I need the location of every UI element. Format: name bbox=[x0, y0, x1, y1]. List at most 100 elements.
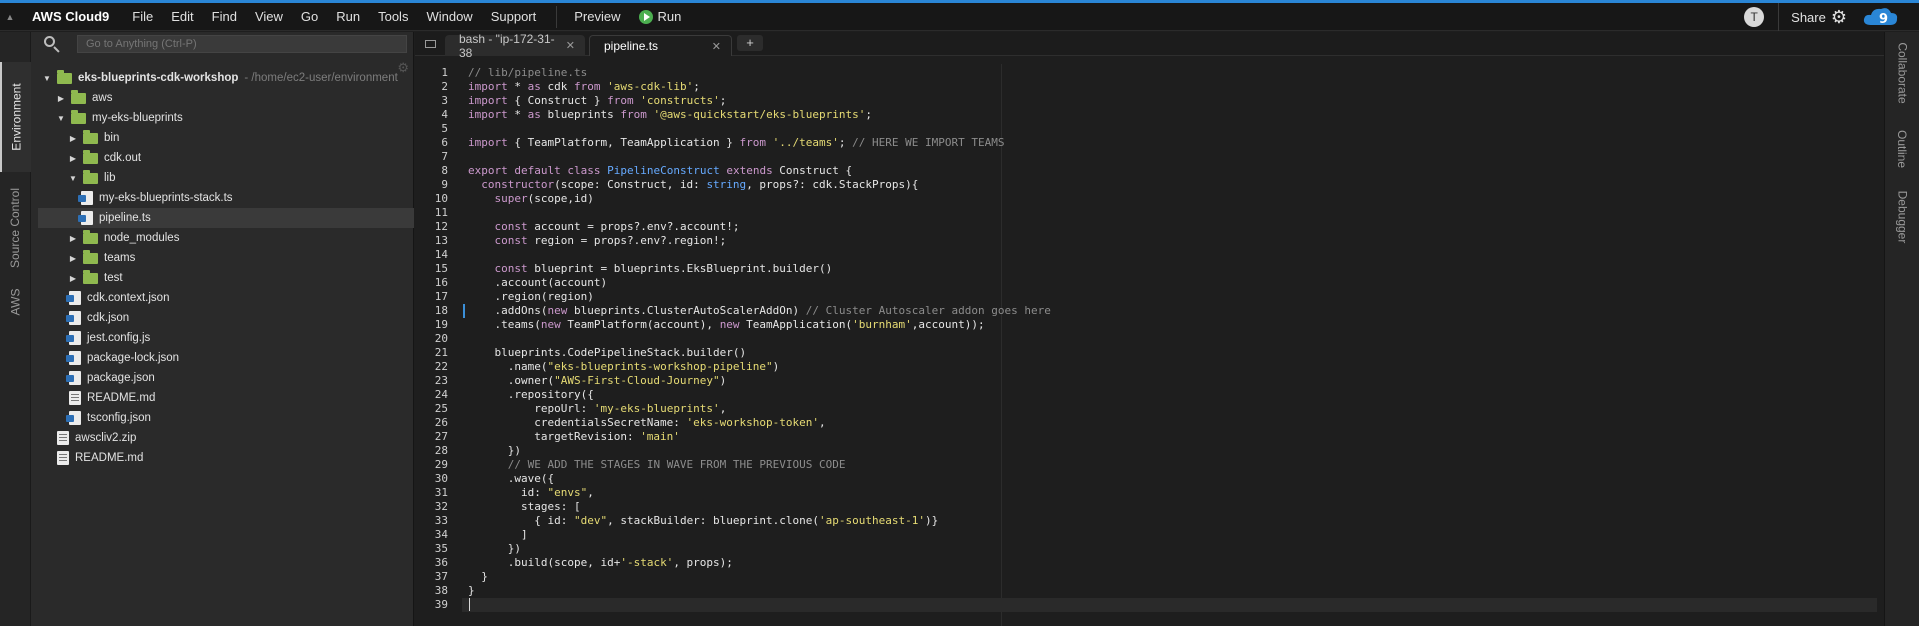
tree-folder[interactable]: ▼ lib bbox=[31, 168, 414, 188]
tree-folder[interactable]: ▼ eks-blueprints-cdk-workshop - /home/ec2-… bbox=[31, 68, 414, 88]
share-button[interactable]: Share ⚙ bbox=[1779, 7, 1855, 28]
chevron-right-icon[interactable]: ▶ bbox=[55, 94, 67, 103]
tab-environment[interactable]: Environment bbox=[0, 62, 31, 172]
tree-file[interactable]: jest.config.js bbox=[31, 328, 414, 348]
code-line[interactable]: stages: [ bbox=[468, 500, 581, 514]
menu-tools[interactable]: Tools bbox=[369, 3, 417, 31]
chevron-down-icon[interactable]: ▼ bbox=[55, 114, 67, 123]
code-line[interactable]: // lib/pipeline.ts bbox=[468, 66, 587, 80]
code-line[interactable]: const account = props?.env?.account!; bbox=[468, 220, 740, 234]
menu-window[interactable]: Window bbox=[417, 3, 481, 31]
code-line[interactable]: const blueprint = blueprints.EksBlueprin… bbox=[468, 262, 833, 276]
tree-folder[interactable]: ▶ test bbox=[31, 268, 414, 288]
code-line[interactable]: .name("eks-blueprints-workshop-pipeline"… bbox=[468, 360, 780, 374]
code-line[interactable]: .owner("AWS-First-Cloud-Journey") bbox=[468, 374, 727, 388]
menu-find[interactable]: Find bbox=[203, 3, 246, 31]
gear-icon[interactable]: ⚙ bbox=[1831, 7, 1847, 28]
chevron-down-icon[interactable]: ▼ bbox=[41, 74, 53, 83]
tab-pipeline-ts[interactable]: pipeline.ts ✕ bbox=[589, 35, 732, 56]
code-line[interactable]: const region = props?.env?.region!; bbox=[468, 234, 727, 248]
tab-aws[interactable]: AWS bbox=[0, 282, 31, 322]
code-line[interactable]: .build(scope, id+'-stack', props); bbox=[468, 556, 733, 570]
chevron-right-icon[interactable]: ▶ bbox=[67, 154, 79, 163]
code-line[interactable]: .teams(new TeamPlatform(account), new Te… bbox=[468, 318, 984, 332]
code-line[interactable]: targetRevision: 'main' bbox=[468, 430, 680, 444]
code-line[interactable]: }) bbox=[468, 444, 521, 458]
tree-file[interactable]: package.json bbox=[31, 368, 414, 388]
code-line[interactable]: import * as blueprints from '@aws-quicks… bbox=[468, 108, 872, 122]
collapse-menu-icon[interactable]: ▲ bbox=[0, 3, 20, 31]
code-line[interactable]: import { TeamPlatform, TeamApplication }… bbox=[468, 136, 1004, 150]
tree-folder[interactable]: ▶ aws bbox=[31, 88, 414, 108]
code-line[interactable]: import { Construct } from 'constructs'; bbox=[468, 94, 726, 108]
code-line[interactable]: .repository({ bbox=[468, 388, 594, 402]
chevron-right-icon[interactable]: ▶ bbox=[67, 234, 79, 243]
tree-file[interactable]: README.md bbox=[31, 388, 414, 408]
menu-run[interactable]: Run bbox=[327, 3, 369, 31]
tab-debugger[interactable]: Debugger bbox=[1885, 184, 1919, 250]
tree-item-label: my-eks-blueprints bbox=[92, 112, 183, 124]
code-line[interactable]: .region(region) bbox=[468, 290, 593, 304]
code-editor[interactable]: 1 2 3 4 5 6 7 8 9 10 11 12 13 14 15 16 17 18 19 20 21 22 23 24 2… bbox=[415, 64, 1884, 626]
tree-file[interactable]: awscliv2.zip bbox=[31, 428, 414, 448]
app-brand[interactable]: AWS Cloud9 bbox=[32, 9, 109, 24]
tab-source-control[interactable]: Source Control bbox=[0, 178, 31, 278]
tree-folder[interactable]: ▼ my-eks-blueprints bbox=[31, 108, 414, 128]
close-icon[interactable]: ✕ bbox=[712, 40, 721, 53]
tree-folder[interactable]: ▶ node_modules bbox=[31, 228, 414, 248]
tab-outline[interactable]: Outline bbox=[1885, 124, 1919, 174]
tree-file[interactable]: package-lock.json bbox=[31, 348, 414, 368]
tree-folder[interactable]: ▶ bin bbox=[31, 128, 414, 148]
folder-icon bbox=[83, 269, 98, 284]
tree-file[interactable]: cdk.json bbox=[31, 308, 414, 328]
chevron-right-icon[interactable]: ▶ bbox=[67, 274, 79, 283]
tree-folder[interactable]: ▶ cdk.out bbox=[31, 148, 414, 168]
code-line[interactable]: }) bbox=[468, 542, 521, 556]
code-line[interactable]: .addOns(new blueprints.ClusterAutoScaler… bbox=[468, 304, 1050, 318]
add-tab-button[interactable]: + bbox=[737, 35, 763, 51]
md-file-icon bbox=[69, 391, 81, 405]
code-line[interactable]: .wave({ bbox=[468, 472, 554, 486]
chevron-right-icon[interactable]: ▶ bbox=[67, 134, 79, 143]
code-line[interactable]: ] bbox=[468, 528, 528, 542]
tab-menu-icon[interactable] bbox=[421, 36, 439, 52]
menu-file[interactable]: File bbox=[123, 3, 162, 31]
cloud9-logo-icon[interactable]: 9 bbox=[1857, 3, 1919, 31]
menu-edit[interactable]: Edit bbox=[162, 3, 202, 31]
tree-file[interactable]: cdk.context.json bbox=[31, 288, 414, 308]
code-line[interactable]: .account(account) bbox=[468, 276, 607, 290]
menu-go[interactable]: Go bbox=[292, 3, 327, 31]
goto-anything-input[interactable] bbox=[77, 35, 407, 53]
code-line[interactable]: } bbox=[468, 584, 475, 598]
tree-folder[interactable]: ▶ teams bbox=[31, 248, 414, 268]
code-line[interactable]: import * as cdk from 'aws-cdk-lib'; bbox=[468, 80, 700, 94]
code-line[interactable]: // WE ADD THE STAGES IN WAVE FROM THE PR… bbox=[468, 458, 846, 472]
tree-file[interactable]: tsconfig.json bbox=[31, 408, 414, 428]
tab-bash-terminal[interactable]: bash - "ip-172-31-38 ✕ bbox=[445, 32, 585, 60]
chevron-down-icon[interactable]: ▼ bbox=[67, 174, 79, 183]
tree-file[interactable]: pipeline.ts bbox=[38, 208, 414, 228]
line-number: 34 bbox=[434, 528, 448, 541]
code-line[interactable]: export default class PipelineConstruct e… bbox=[468, 164, 852, 178]
preview-button[interactable]: Preview bbox=[565, 3, 629, 31]
code-line[interactable]: repoUrl: 'my-eks-blueprints', bbox=[468, 402, 726, 416]
code-line[interactable]: blueprints.CodePipelineStack.builder() bbox=[468, 346, 746, 360]
tab-collaborate[interactable]: Collaborate bbox=[1885, 38, 1919, 108]
code-line[interactable]: constructor(scope: Construct, id: string… bbox=[468, 178, 918, 192]
tree-file[interactable]: my-eks-blueprints-stack.ts bbox=[31, 188, 414, 208]
editor-tabbar: bash - "ip-172-31-38 ✕ pipeline.ts ✕ + bbox=[415, 32, 1884, 60]
code-line[interactable]: } bbox=[468, 570, 488, 584]
code-line[interactable]: credentialsSecretName: 'eks-workshop-tok… bbox=[468, 416, 825, 430]
menu-view[interactable]: View bbox=[246, 3, 292, 31]
menu-support[interactable]: Support bbox=[482, 3, 546, 31]
avatar[interactable]: T bbox=[1744, 7, 1765, 27]
tree-file[interactable]: README.md bbox=[31, 448, 414, 468]
search-icon[interactable] bbox=[42, 34, 62, 54]
run-button[interactable]: Run bbox=[630, 3, 691, 31]
chevron-right-icon[interactable]: ▶ bbox=[67, 254, 79, 263]
code-line[interactable]: { id: "dev", stackBuilder: blueprint.clo… bbox=[468, 514, 938, 528]
close-icon[interactable]: ✕ bbox=[566, 39, 575, 52]
code-line[interactable]: super(scope,id) bbox=[468, 192, 594, 206]
code-line[interactable]: id: "envs", bbox=[468, 486, 594, 500]
line-number: 29 bbox=[434, 458, 448, 471]
